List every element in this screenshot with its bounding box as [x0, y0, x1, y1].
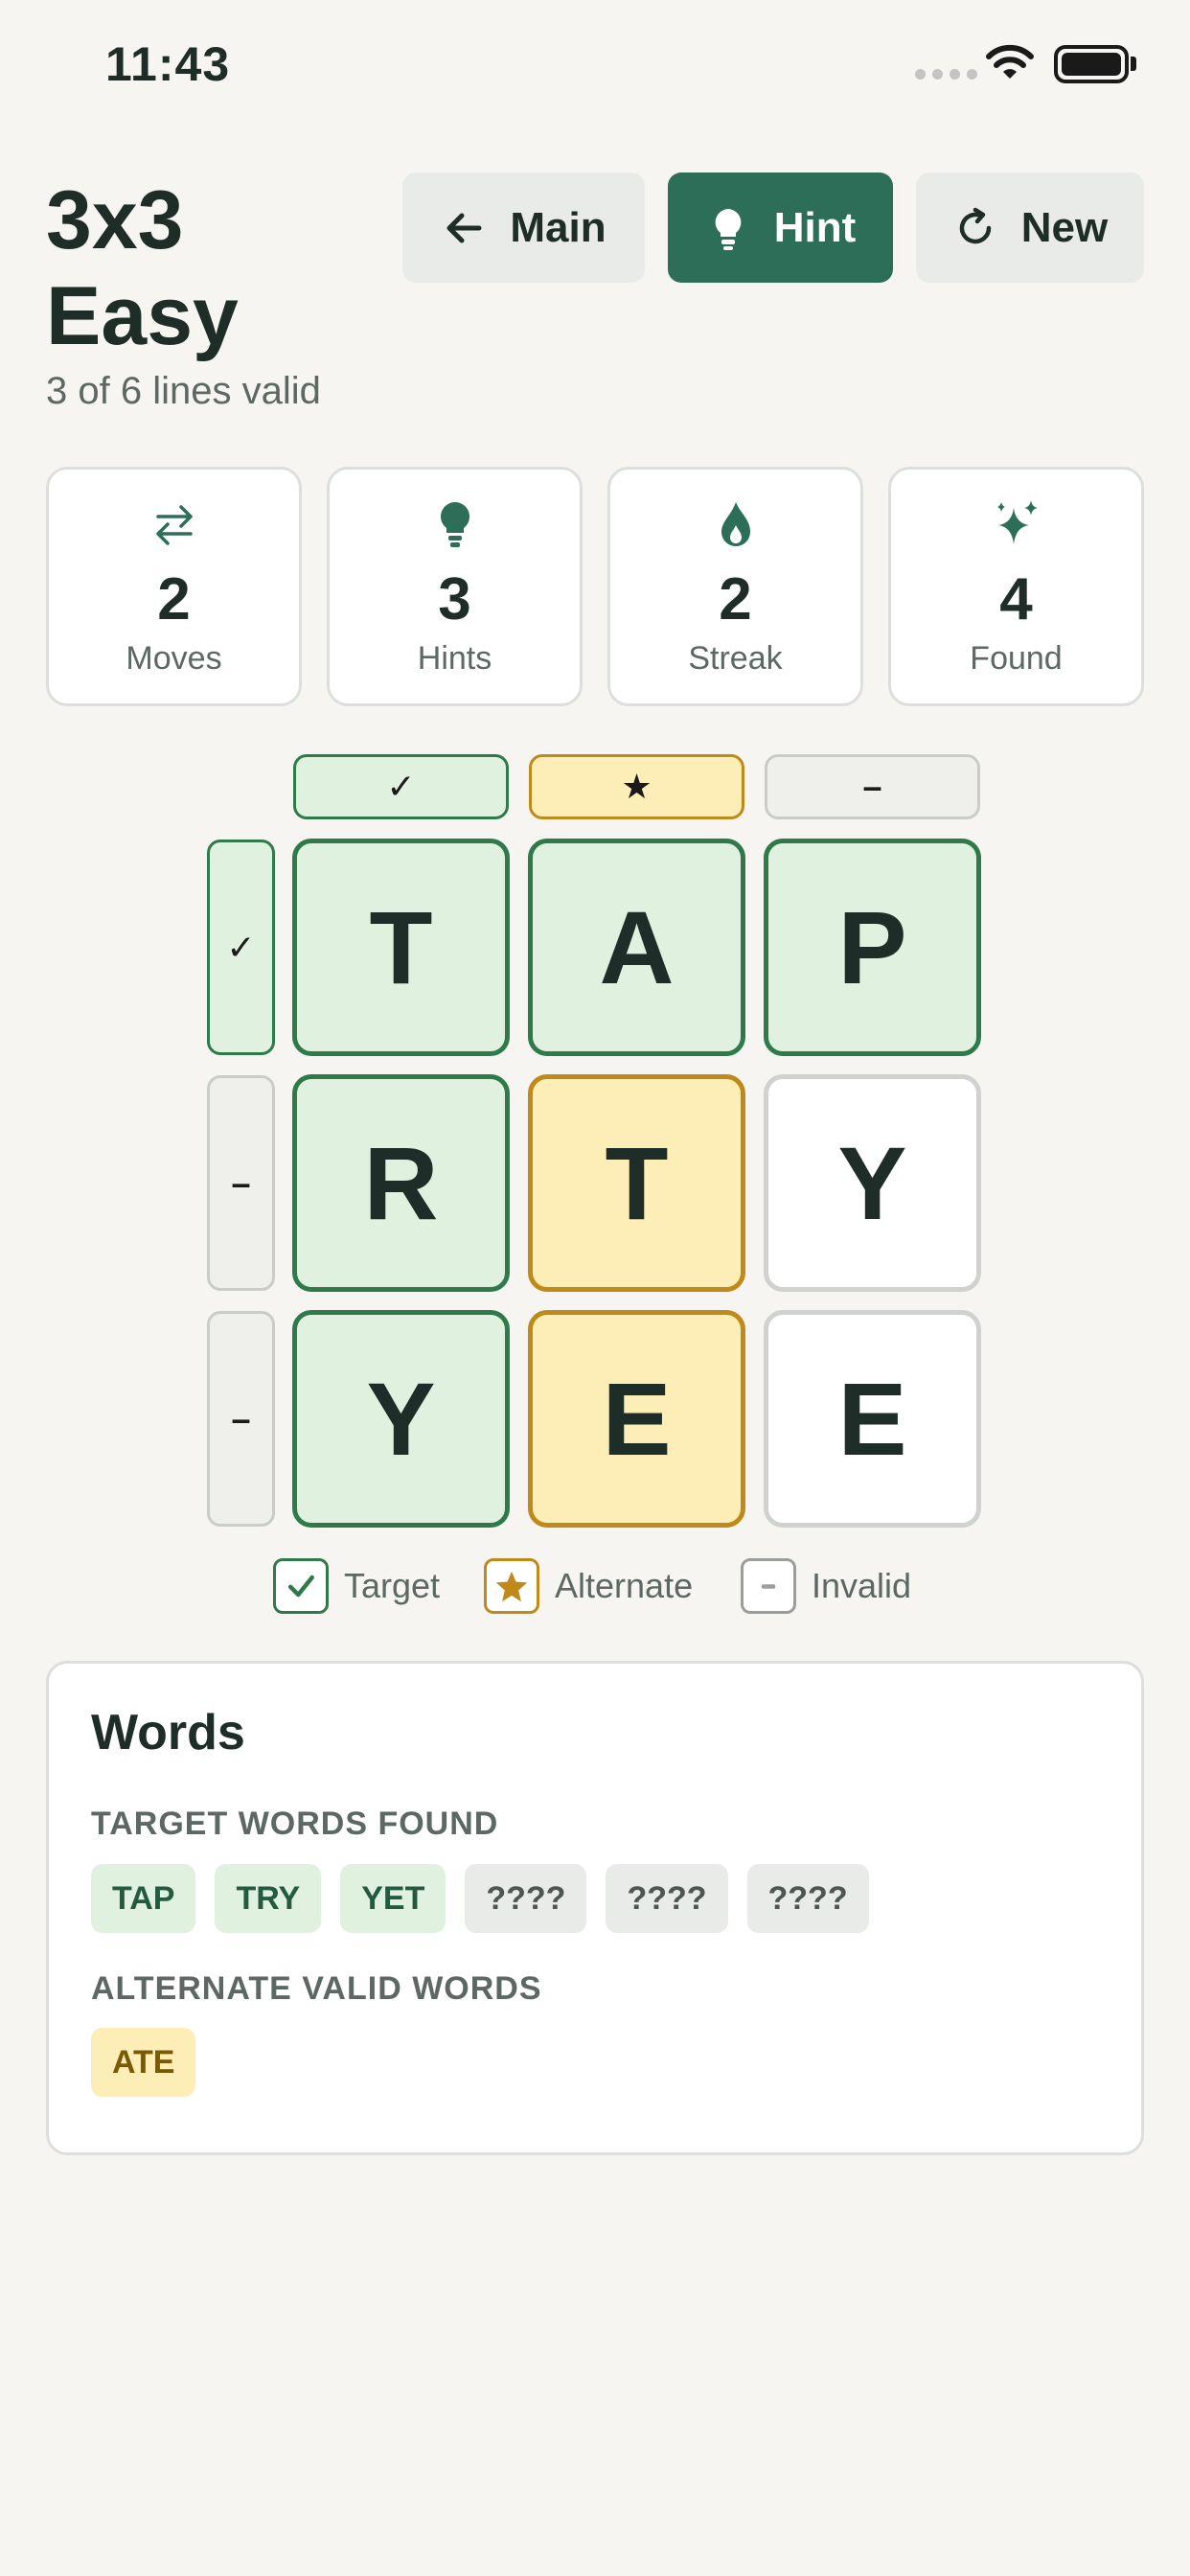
sparkles-icon — [996, 500, 1038, 544]
words-card: Words TARGET WORDS FOUND TAP TRY YET ???… — [46, 1661, 1144, 2155]
status-time: 11:43 — [105, 37, 231, 91]
new-game-button[interactable]: New — [916, 172, 1144, 283]
lightbulb-icon — [440, 502, 469, 547]
row-status-1: ✓ — [207, 840, 275, 1055]
letter-tile-r3c3[interactable]: E — [764, 1310, 981, 1528]
letter-tile-r1c2[interactable]: A — [528, 839, 745, 1056]
legend-invalid-label: Invalid — [812, 1566, 912, 1605]
stat-streak-value: 2 — [719, 566, 752, 632]
letter-tile-r2c2[interactable]: T — [528, 1074, 745, 1292]
legend-invalid: Invalid — [741, 1557, 911, 1615]
letter-tile-r1c1[interactable]: T — [292, 839, 510, 1056]
main-button-label: Main — [510, 203, 606, 251]
wifi-icon — [986, 44, 1034, 79]
lines-valid-status: 3 of 6 lines valid — [46, 370, 321, 412]
word-chip-found: TRY — [215, 1864, 322, 1933]
stat-card-found: 4 Found — [888, 467, 1144, 706]
letter-tile-r2c1[interactable]: R — [292, 1074, 510, 1292]
stat-streak-label: Streak — [688, 640, 783, 677]
hint-button[interactable]: Hint — [668, 172, 893, 283]
stat-found-value: 4 — [999, 566, 1033, 632]
puzzle-size-title: 3x3 — [46, 174, 184, 266]
stat-hints-label: Hints — [417, 640, 492, 677]
letter-tile-r3c1[interactable]: Y — [292, 1310, 510, 1528]
stat-moves-label: Moves — [126, 640, 222, 677]
word-chip-hidden: ???? — [465, 1864, 587, 1933]
letter-tile-r3c2[interactable]: E — [528, 1310, 745, 1528]
stat-card-streak: 2 Streak — [607, 467, 863, 706]
checkmark-icon — [273, 1558, 329, 1614]
word-chip-alternate: ATE — [91, 2028, 196, 2097]
lightbulb-icon — [715, 208, 742, 250]
column-status-3: – — [765, 754, 980, 819]
legend-target-label: Target — [344, 1566, 441, 1605]
alternate-words-list: ATE — [91, 2028, 196, 2097]
letter-tile-r1c3[interactable]: P — [764, 839, 981, 1056]
stat-card-moves: 2 Moves — [46, 467, 302, 706]
main-button[interactable]: Main — [402, 172, 645, 283]
column-status-1: ✓ — [293, 754, 509, 819]
star-icon — [484, 1558, 539, 1614]
dash-icon — [741, 1558, 796, 1614]
column-status-2: ★ — [529, 754, 744, 819]
word-chip-hidden: ???? — [606, 1864, 728, 1933]
word-chip-found: TAP — [91, 1864, 196, 1933]
legend-target: Target — [273, 1557, 440, 1615]
battery-tip — [1131, 57, 1136, 71]
word-chip-found: YET — [340, 1864, 446, 1933]
difficulty-title: Easy — [46, 270, 239, 362]
target-words-list: TAP TRY YET ???? ???? ???? — [91, 1864, 869, 1933]
swap-arrows-icon — [155, 505, 193, 545]
legend-alternate: Alternate — [484, 1557, 693, 1615]
hint-button-label: Hint — [773, 203, 857, 251]
new-button-label: New — [1020, 203, 1109, 251]
legend-alternate-label: Alternate — [555, 1566, 694, 1605]
alternate-words-heading: ALTERNATE VALID WORDS — [91, 1970, 542, 2007]
cellular-signal-icon — [915, 69, 977, 80]
arrow-left-icon — [446, 213, 482, 242]
flame-icon — [721, 502, 750, 546]
word-chip-hidden: ???? — [746, 1864, 869, 1933]
battery-icon — [1054, 45, 1129, 83]
stat-found-label: Found — [970, 640, 1063, 677]
target-words-heading: TARGET WORDS FOUND — [91, 1806, 499, 1842]
letter-tile-r2c3[interactable]: Y — [764, 1074, 981, 1292]
stat-hints-value: 3 — [438, 566, 471, 632]
row-status-2: – — [207, 1075, 275, 1291]
refresh-icon — [959, 207, 991, 243]
stat-card-hints: 3 Hints — [327, 467, 583, 706]
row-status-3: – — [207, 1311, 275, 1527]
words-title: Words — [91, 1705, 245, 1760]
stat-moves-value: 2 — [157, 566, 191, 632]
